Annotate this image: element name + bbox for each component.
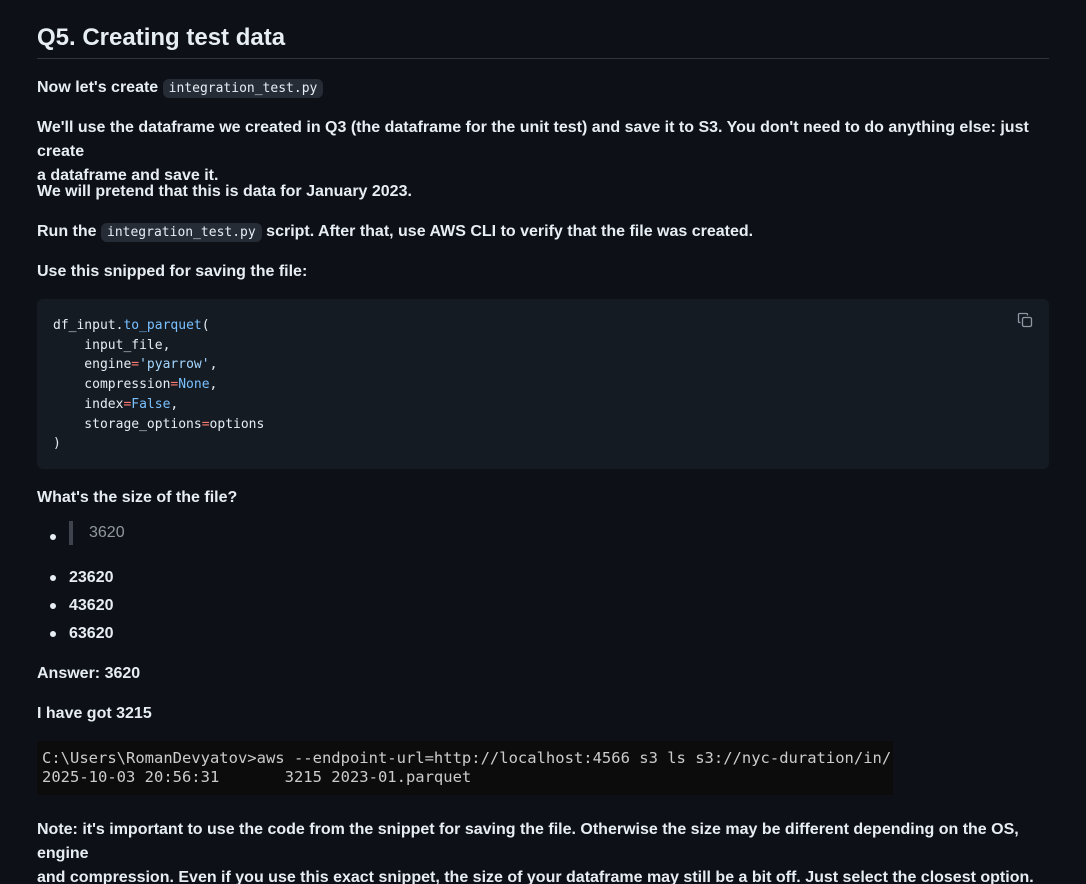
answer: Answer: 3620	[37, 665, 141, 682]
intro-text: Now let's create	[37, 79, 163, 96]
option-text: 63620	[69, 625, 114, 642]
code-content[interactable]: df_input.to_parquet( input_file, engine=…	[53, 316, 264, 454]
terminal-screenshot: C:\Users\RomanDevyatov>aws --endpoint-ur…	[37, 741, 893, 795]
run-suffix: script. After that, use AWS CLI to verif…	[261, 223, 754, 240]
copy-button[interactable]	[1017, 312, 1033, 328]
terminal-line-result: 2025-10-03 20:56:31 3215 2023-01.parquet	[42, 768, 472, 786]
note-line1: Note: it's important to use the code fro…	[37, 821, 1019, 862]
paragraph-january: We will pretend that this is data for Ja…	[37, 183, 412, 200]
inline-code-filename: integration_test.py	[162, 79, 324, 98]
run-prefix: Run the	[37, 223, 101, 240]
option-text: 43620	[69, 597, 114, 614]
page: Q5. Creating test data Now let's create …	[0, 0, 1086, 884]
terminal-line-command: C:\Users\RomanDevyatov>aws --endpoint-ur…	[42, 749, 892, 767]
terminal-output: C:\Users\RomanDevyatov>aws --endpoint-ur…	[42, 749, 891, 787]
paragraph-snippet-intro: Use this snipped for saving the file:	[37, 263, 308, 280]
got-result: I have got 3215	[37, 705, 152, 722]
bullet	[50, 603, 56, 609]
question: What's the size of the file?	[37, 489, 238, 506]
note-line2: and compression. Even if you use this ex…	[37, 869, 1034, 884]
note-paragraph: Note: it's important to use the code fro…	[37, 818, 1049, 884]
inline-code-script: integration_test.py	[101, 223, 262, 242]
copy-icon	[1017, 312, 1033, 328]
paragraph-dataframe-line1: We'll use the dataframe we created in Q3…	[37, 119, 1029, 160]
paragraph-dataframe: We'll use the dataframe we created in Q3…	[37, 116, 1049, 188]
section-heading: Q5. Creating test data	[37, 24, 286, 51]
bullet	[50, 575, 56, 581]
paragraph-run: Run the integration_test.py script. Afte…	[37, 220, 1049, 245]
code-block[interactable]: df_input.to_parquet( input_file, engine=…	[37, 299, 1049, 469]
heading-divider	[37, 58, 1049, 59]
bullet	[50, 534, 56, 540]
intro-paragraph: Now let's create integration_test.py	[37, 76, 1049, 101]
selected-option-quote: 3620	[69, 521, 125, 545]
bullet	[50, 631, 56, 637]
option-text: 23620	[69, 569, 114, 586]
